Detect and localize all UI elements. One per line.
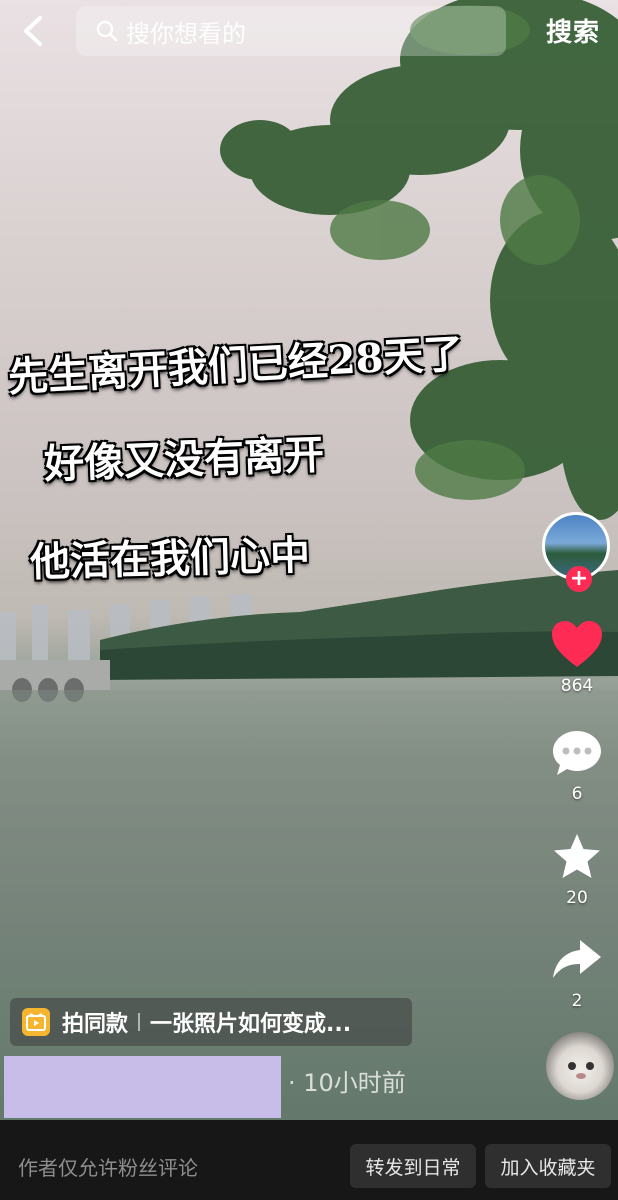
like-button[interactable]: 864 [544,620,610,696]
template-label: 拍同款 [62,1012,129,1037]
like-count: 864 [560,676,594,696]
template-title: 一张照片如何变成... [150,1012,352,1037]
share-count: 2 [571,991,583,1011]
comment-restriction-text: 作者仅允许粉丝评论 [18,1156,198,1180]
back-button[interactable] [8,6,58,56]
music-disc-avatar[interactable] [546,1032,614,1100]
comment-count: 6 [571,784,583,804]
search-button[interactable]: 搜索 [546,12,600,49]
follow-button[interactable]: + [566,566,592,592]
template-icon [22,1008,50,1036]
divider [138,1013,141,1031]
share-button[interactable]: 2 [544,935,610,1011]
top-bar: 搜你想看的 搜索 [0,0,618,64]
heart-icon [552,621,602,667]
caption-line-3: 他活在我们心中 [29,531,311,586]
star-icon [554,834,600,878]
search-input[interactable]: 搜你想看的 [76,6,506,56]
template-tag[interactable]: 拍同款 一张照片如何变成... [10,998,412,1046]
repost-button[interactable]: 转发到日常 [350,1144,476,1188]
video-frame[interactable]: 搜你想看的 搜索 先生离开我们已经28天了 好像又没有离开 他活在我们心中 + … [0,0,618,1120]
post-time: · 10小时前 [288,1069,406,1097]
search-icon [96,20,118,42]
favorite-button[interactable]: 20 [544,832,610,908]
search-placeholder: 搜你想看的 [126,19,246,48]
chevron-left-icon [24,16,42,46]
share-arrow-icon [553,940,601,978]
bottom-bar: 作者仅允许粉丝评论 转发到日常 加入收藏夹 [0,1120,618,1200]
caption-line-2: 好像又没有离开 [43,431,325,488]
comment-button[interactable]: 6 [544,728,610,804]
author-name-redacted[interactable] [4,1056,281,1118]
add-to-collection-button[interactable]: 加入收藏夹 [485,1144,611,1188]
favorite-count: 20 [566,888,588,908]
comment-icon [553,731,601,775]
